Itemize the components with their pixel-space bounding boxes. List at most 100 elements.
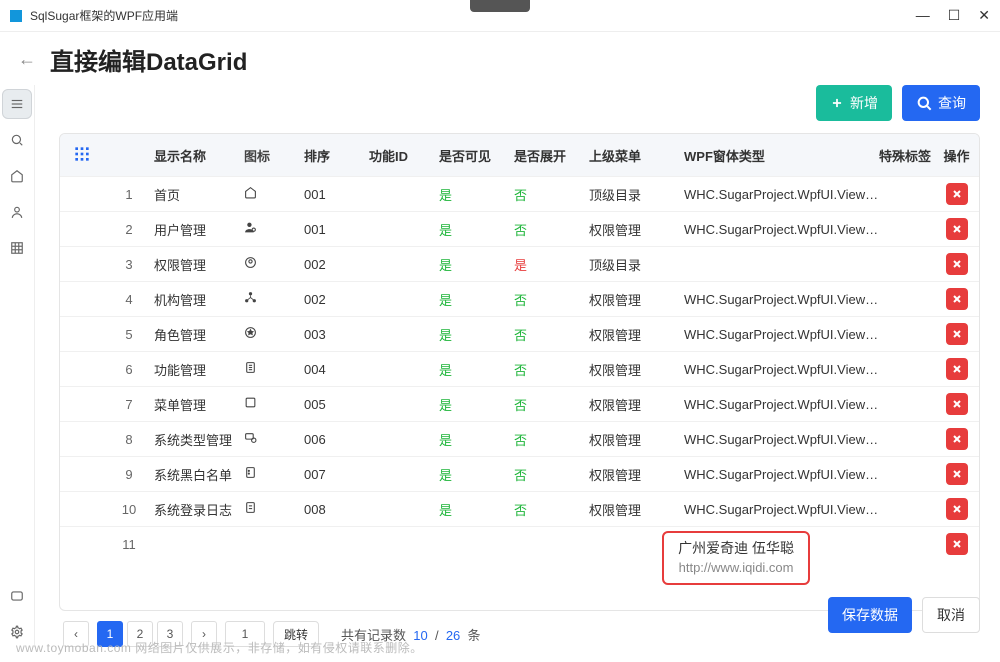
cell-parent[interactable]: 权限管理 <box>589 220 684 239</box>
cell-visible[interactable]: 是 <box>439 255 514 274</box>
header-select[interactable] <box>60 146 104 165</box>
cell-sort[interactable]: 008 <box>304 502 369 517</box>
cell-expand[interactable]: 否 <box>514 465 589 484</box>
cell-winform[interactable]: WHC.SugarProject.WpfUI.Views.... <box>684 397 879 412</box>
cell-expand[interactable]: 是 <box>514 255 589 274</box>
delete-button[interactable] <box>946 428 968 450</box>
cell-icon[interactable] <box>244 396 304 412</box>
cell-expand[interactable]: 否 <box>514 290 589 309</box>
cell-name[interactable]: 首页 <box>154 185 244 204</box>
maximize-button[interactable]: ☐ <box>948 7 961 24</box>
cell-visible[interactable]: 是 <box>439 430 514 449</box>
header-winform[interactable]: WPF窗体类型 <box>684 146 879 165</box>
cell-sort[interactable]: 001 <box>304 222 369 237</box>
delete-button[interactable] <box>946 533 968 555</box>
cell-icon[interactable] <box>244 291 304 307</box>
cell-icon[interactable] <box>244 501 304 517</box>
cell-visible[interactable]: 是 <box>439 290 514 309</box>
cell-name[interactable]: 角色管理 <box>154 325 244 344</box>
cell-icon[interactable] <box>244 256 304 272</box>
delete-button[interactable] <box>946 253 968 275</box>
cell-parent[interactable]: 权限管理 <box>589 500 684 519</box>
back-arrow-icon[interactable]: ← <box>18 49 36 70</box>
cell-parent[interactable]: 顶级目录 <box>589 255 684 274</box>
header-visible[interactable]: 是否可见 <box>439 146 514 165</box>
cell-visible[interactable]: 是 <box>439 325 514 344</box>
cell-parent[interactable]: 权限管理 <box>589 360 684 379</box>
cell-name[interactable]: 功能管理 <box>154 360 244 379</box>
cell-parent[interactable]: 权限管理 <box>589 290 684 309</box>
table-row[interactable]: 1首页001是否顶级目录WHC.SugarProject.WpfUI.Views… <box>60 176 979 211</box>
header-op[interactable]: 操作 <box>934 146 979 165</box>
cell-icon[interactable] <box>244 431 304 447</box>
cell-winform[interactable]: WHC.SugarProject.WpfUI.Views.... <box>684 222 879 237</box>
cell-expand[interactable]: 否 <box>514 430 589 449</box>
cell-winform[interactable]: WHC.SugarProject.WpfUI.Views.... <box>684 187 879 202</box>
cell-name[interactable]: 系统类型管理 <box>154 430 244 449</box>
cell-sort[interactable]: 001 <box>304 187 369 202</box>
cell-winform[interactable]: WHC.SugarProject.WpfUI.Views.... <box>684 362 879 377</box>
cell-winform[interactable]: WHC.SugarProject.WpfUI.Views.... <box>684 502 879 517</box>
delete-button[interactable] <box>946 183 968 205</box>
cell-visible[interactable]: 是 <box>439 360 514 379</box>
cell-expand[interactable]: 否 <box>514 185 589 204</box>
cell-icon[interactable] <box>244 221 304 237</box>
cell-parent[interactable]: 权限管理 <box>589 395 684 414</box>
header-funcid[interactable]: 功能ID <box>369 146 439 165</box>
sidebar-item-window[interactable] <box>2 581 32 611</box>
cell-winform[interactable]: WHC.SugarProject.WpfUI.Views.... <box>684 467 879 482</box>
cell-expand[interactable]: 否 <box>514 500 589 519</box>
table-row[interactable]: 2用户管理001是否权限管理WHC.SugarProject.WpfUI.Vie… <box>60 211 979 246</box>
table-row[interactable]: 10系统登录日志008是否权限管理WHC.SugarProject.WpfUI.… <box>60 491 979 526</box>
delete-button[interactable] <box>946 288 968 310</box>
header-parent[interactable]: 上级菜单 <box>589 146 684 165</box>
cell-sort[interactable]: 006 <box>304 432 369 447</box>
delete-button[interactable] <box>946 323 968 345</box>
minimize-button[interactable]: — <box>916 7 930 24</box>
cell-icon[interactable] <box>244 466 304 482</box>
cancel-button[interactable]: 取消 <box>922 597 980 633</box>
table-row[interactable]: 7菜单管理005是否权限管理WHC.SugarProject.WpfUI.Vie… <box>60 386 979 421</box>
delete-button[interactable] <box>946 358 968 380</box>
cell-icon[interactable] <box>244 326 304 342</box>
cell-icon[interactable] <box>244 361 304 377</box>
sidebar-item-menu[interactable] <box>2 89 32 119</box>
table-row[interactable]: 11 <box>60 526 979 561</box>
cell-parent[interactable]: 顶级目录 <box>589 185 684 204</box>
add-button[interactable]: 新增 <box>816 85 892 121</box>
close-button[interactable]: ✕ <box>978 7 990 24</box>
cell-parent[interactable]: 权限管理 <box>589 465 684 484</box>
cell-visible[interactable]: 是 <box>439 185 514 204</box>
cell-expand[interactable]: 否 <box>514 360 589 379</box>
cell-name[interactable]: 菜单管理 <box>154 395 244 414</box>
cell-sort[interactable]: 002 <box>304 292 369 307</box>
cell-name[interactable]: 系统黑白名单 <box>154 465 244 484</box>
header-name[interactable]: 显示名称 <box>154 146 244 165</box>
cell-visible[interactable]: 是 <box>439 395 514 414</box>
cell-parent[interactable]: 权限管理 <box>589 325 684 344</box>
cell-sort[interactable]: 004 <box>304 362 369 377</box>
cell-expand[interactable]: 否 <box>514 395 589 414</box>
delete-button[interactable] <box>946 218 968 240</box>
cell-name[interactable]: 机构管理 <box>154 290 244 309</box>
table-row[interactable]: 8系统类型管理006是否权限管理WHC.SugarProject.WpfUI.V… <box>60 421 979 456</box>
cell-name[interactable]: 系统登录日志 <box>154 500 244 519</box>
cell-visible[interactable]: 是 <box>439 220 514 239</box>
header-tag[interactable]: 特殊标签 <box>879 146 934 165</box>
sidebar-item-search[interactable] <box>2 125 32 155</box>
delete-button[interactable] <box>946 463 968 485</box>
cell-winform[interactable]: WHC.SugarProject.WpfUI.Views.... <box>684 327 879 342</box>
table-row[interactable]: 5角色管理003是否权限管理WHC.SugarProject.WpfUI.Vie… <box>60 316 979 351</box>
cell-visible[interactable]: 是 <box>439 500 514 519</box>
save-button[interactable]: 保存数据 <box>828 597 912 633</box>
delete-button[interactable] <box>946 498 968 520</box>
table-row[interactable]: 6功能管理004是否权限管理WHC.SugarProject.WpfUI.Vie… <box>60 351 979 386</box>
cell-name[interactable]: 用户管理 <box>154 220 244 239</box>
cell-winform[interactable]: WHC.SugarProject.WpfUI.Views.... <box>684 292 879 307</box>
cell-sort[interactable]: 002 <box>304 257 369 272</box>
cell-sort[interactable]: 005 <box>304 397 369 412</box>
search-button[interactable]: 查询 <box>902 85 980 121</box>
cell-expand[interactable]: 否 <box>514 220 589 239</box>
table-row[interactable]: 9系统黑白名单007是否权限管理WHC.SugarProject.WpfUI.V… <box>60 456 979 491</box>
cell-winform[interactable]: WHC.SugarProject.WpfUI.Views.... <box>684 432 879 447</box>
